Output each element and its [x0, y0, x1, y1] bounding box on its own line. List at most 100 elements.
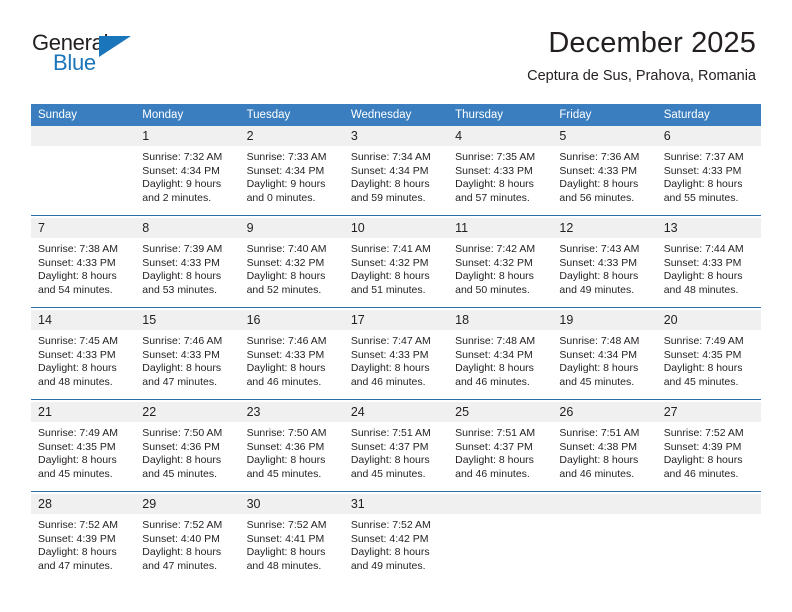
calendar-week-row: 7 Sunrise: 7:38 AM Sunset: 4:33 PM Daylight… — [31, 218, 761, 308]
day-number — [656, 494, 761, 514]
sunset-text: Sunset: 4:34 PM — [559, 348, 638, 361]
daylight-text-line2: and 59 minutes. — [350, 191, 426, 204]
sunrise-text: Sunrise: 7:52 AM — [350, 519, 431, 531]
sunrise-text: Sunrise: 7:48 AM — [455, 335, 536, 347]
day-details: Sunrise: 7:51 AM Sunset: 4:37 PM Daylight:… — [344, 422, 448, 481]
calendar-day-cell[interactable]: 9 Sunrise: 7:40 AM Sunset: 4:32 PM Daylight… — [239, 218, 344, 308]
day-details: Sunrise: 7:43 AM Sunset: 4:33 PM Daylight:… — [552, 238, 656, 297]
calendar-day-cell[interactable]: 18 Sunrise: 7:48 AM Sunset: 4:34 PM Dayligh… — [448, 310, 553, 400]
day-number: 20 — [656, 310, 761, 330]
page-title: December 2025 — [548, 27, 756, 59]
day-details: Sunrise: 7:46 AM Sunset: 4:33 PM Daylight:… — [135, 330, 239, 389]
daylight-text-line1: Daylight: 8 hours — [350, 546, 430, 559]
day-number: 9 — [239, 218, 344, 238]
daylight-text-line2: and 0 minutes. — [246, 191, 316, 204]
daylight-text-line2: and 45 minutes. — [559, 375, 635, 388]
calendar-day-cell[interactable]: 21 Sunrise: 7:49 AM Sunset: 4:35 PM Dayligh… — [31, 402, 136, 492]
sunrise-text: Sunrise: 7:40 AM — [246, 243, 327, 255]
sunset-text: Sunset: 4:33 PM — [142, 348, 220, 361]
calendar-day-cell[interactable]: 11 Sunrise: 7:42 AM Sunset: 4:32 PM Dayligh… — [448, 218, 553, 308]
sunset-text: Sunset: 4:33 PM — [142, 256, 220, 269]
sunset-text: Sunset: 4:32 PM — [246, 256, 325, 269]
general-blue-logo[interactable]: General Blue — [32, 31, 147, 79]
daylight-text-line2: and 57 minutes. — [455, 191, 530, 204]
day-details: Sunrise: 7:39 AM Sunset: 4:33 PM Daylight:… — [135, 238, 239, 297]
sunrise-text: Sunrise: 7:33 AM — [246, 151, 327, 163]
daylight-text-line1: Daylight: 9 hours — [246, 178, 326, 191]
daylight-text-line2: and 50 minutes. — [455, 283, 530, 296]
day-number: 31 — [343, 494, 449, 514]
calendar-day-cell[interactable]: 29 Sunrise: 7:52 AM Sunset: 4:40 PM Dayligh… — [135, 494, 240, 583]
calendar-day-cell[interactable]: 26 Sunrise: 7:51 AM Sunset: 4:38 PM Dayligh… — [552, 402, 657, 492]
daylight-text-line2: and 46 minutes. — [455, 375, 530, 388]
calendar-day-cell[interactable]: 4 Sunrise: 7:35 AM Sunset: 4:33 PM Daylight… — [448, 126, 553, 216]
day-number: 26 — [552, 402, 657, 422]
day-number: 11 — [448, 218, 553, 238]
sunset-text: Sunset: 4:42 PM — [350, 532, 429, 545]
sunset-text: Sunset: 4:32 PM — [455, 256, 533, 269]
daylight-text-line1: Daylight: 8 hours — [559, 178, 639, 191]
calendar-day-cell[interactable]: 2 Sunrise: 7:33 AM Sunset: 4:34 PM Daylight… — [239, 126, 344, 216]
calendar-day-cell[interactable]: 1 Sunrise: 7:32 AM Sunset: 4:34 PM Daylight… — [135, 126, 240, 216]
calendar-day-cell[interactable]: 23 Sunrise: 7:50 AM Sunset: 4:36 PM Dayligh… — [239, 402, 344, 492]
sunset-text: Sunset: 4:33 PM — [663, 256, 742, 269]
day-number: 27 — [656, 402, 761, 422]
calendar-day-cell[interactable]: 25 Sunrise: 7:51 AM Sunset: 4:37 PM Dayligh… — [448, 402, 553, 492]
calendar-day-cell[interactable]: 5 Sunrise: 7:36 AM Sunset: 4:33 PM Daylight… — [552, 126, 657, 216]
sunrise-text: Sunrise: 7:46 AM — [246, 335, 327, 347]
daylight-text-line1: Daylight: 8 hours — [246, 270, 326, 283]
sunrise-text: Sunrise: 7:47 AM — [350, 335, 431, 347]
logo-word-blue: Blue — [53, 50, 96, 75]
calendar-day-cell[interactable]: 14 Sunrise: 7:45 AM Sunset: 4:33 PM Dayligh… — [31, 310, 136, 400]
calendar-day-cell[interactable]: 28 Sunrise: 7:52 AM Sunset: 4:39 PM Dayligh… — [31, 494, 136, 583]
calendar-day-cell[interactable]: 13 Sunrise: 7:44 AM Sunset: 4:33 PM Dayligh… — [656, 218, 761, 308]
calendar-day-cell[interactable]: 17 Sunrise: 7:47 AM Sunset: 4:33 PM Dayligh… — [343, 310, 449, 400]
daylight-text-line1: Daylight: 8 hours — [38, 270, 117, 283]
daylight-text-line1: Daylight: 8 hours — [559, 454, 639, 467]
day-number: 14 — [31, 310, 136, 330]
day-number: 10 — [343, 218, 449, 238]
sunset-text: Sunset: 4:39 PM — [663, 440, 742, 453]
calendar-day-cell[interactable]: 27 Sunrise: 7:52 AM Sunset: 4:39 PM Dayligh… — [656, 402, 761, 492]
day-number: 28 — [31, 494, 136, 514]
calendar-day-cell[interactable]: 19 Sunrise: 7:48 AM Sunset: 4:34 PM Dayligh… — [552, 310, 657, 400]
calendar-day-cell-empty — [31, 126, 136, 216]
daylight-text-line1: Daylight: 8 hours — [350, 178, 430, 191]
calendar-day-cell[interactable]: 10 Sunrise: 7:41 AM Sunset: 4:32 PM Dayligh… — [343, 218, 449, 308]
day-number: 29 — [135, 494, 240, 514]
sunrise-text: Sunrise: 7:52 AM — [142, 519, 223, 531]
sunrise-text: Sunrise: 7:45 AM — [38, 335, 118, 347]
daylight-text-line2: and 49 minutes. — [559, 283, 635, 296]
daylight-text-line2: and 55 minutes. — [663, 191, 739, 204]
sunrise-text: Sunrise: 7:51 AM — [559, 427, 640, 439]
weekday-header-tuesday: Tuesday — [239, 104, 344, 126]
weekday-header-thursday: Thursday — [448, 104, 553, 126]
calendar-day-cell[interactable]: 22 Sunrise: 7:50 AM Sunset: 4:36 PM Dayligh… — [135, 402, 240, 492]
day-number: 2 — [239, 126, 344, 146]
sunrise-text: Sunrise: 7:36 AM — [559, 151, 640, 163]
calendar-day-cell[interactable]: 20 Sunrise: 7:49 AM Sunset: 4:35 PM Dayligh… — [656, 310, 761, 400]
calendar-day-cell[interactable]: 7 Sunrise: 7:38 AM Sunset: 4:33 PM Daylight… — [31, 218, 136, 308]
calendar-week-row: 21 Sunrise: 7:49 AM Sunset: 4:35 PM Dayligh… — [31, 402, 761, 492]
calendar-day-cell[interactable]: 30 Sunrise: 7:52 AM Sunset: 4:41 PM Dayligh… — [239, 494, 344, 583]
day-details: Sunrise: 7:51 AM Sunset: 4:37 PM Daylight:… — [448, 422, 552, 481]
sunrise-text: Sunrise: 7:52 AM — [663, 427, 744, 439]
daylight-text-line1: Daylight: 8 hours — [246, 454, 326, 467]
sunrise-text: Sunrise: 7:41 AM — [350, 243, 431, 255]
daylight-text-line1: Daylight: 8 hours — [142, 270, 222, 283]
calendar-day-cell[interactable]: 8 Sunrise: 7:39 AM Sunset: 4:33 PM Daylight… — [135, 218, 240, 308]
calendar-day-cell[interactable]: 15 Sunrise: 7:46 AM Sunset: 4:33 PM Dayligh… — [135, 310, 240, 400]
calendar-day-cell[interactable]: 16 Sunrise: 7:46 AM Sunset: 4:33 PM Dayligh… — [239, 310, 344, 400]
calendar-day-cell[interactable]: 12 Sunrise: 7:43 AM Sunset: 4:33 PM Dayligh… — [552, 218, 657, 308]
day-details: Sunrise: 7:37 AM Sunset: 4:33 PM Daylight:… — [657, 146, 761, 205]
daylight-text-line2: and 2 minutes. — [142, 191, 212, 204]
daylight-text-line1: Daylight: 8 hours — [455, 178, 534, 191]
calendar-day-cell[interactable]: 24 Sunrise: 7:51 AM Sunset: 4:37 PM Dayligh… — [343, 402, 449, 492]
calendar-day-cell[interactable]: 3 Sunrise: 7:34 AM Sunset: 4:34 PM Daylight… — [343, 126, 449, 216]
sunset-text: Sunset: 4:34 PM — [350, 164, 429, 177]
day-details: Sunrise: 7:46 AM Sunset: 4:33 PM Daylight:… — [240, 330, 344, 389]
daylight-text-line2: and 48 minutes. — [246, 559, 322, 572]
sunrise-text: Sunrise: 7:50 AM — [142, 427, 223, 439]
calendar-day-cell[interactable]: 31 Sunrise: 7:52 AM Sunset: 4:42 PM Dayligh… — [343, 494, 449, 583]
calendar-day-cell[interactable]: 6 Sunrise: 7:37 AM Sunset: 4:33 PM Daylight… — [656, 126, 761, 216]
